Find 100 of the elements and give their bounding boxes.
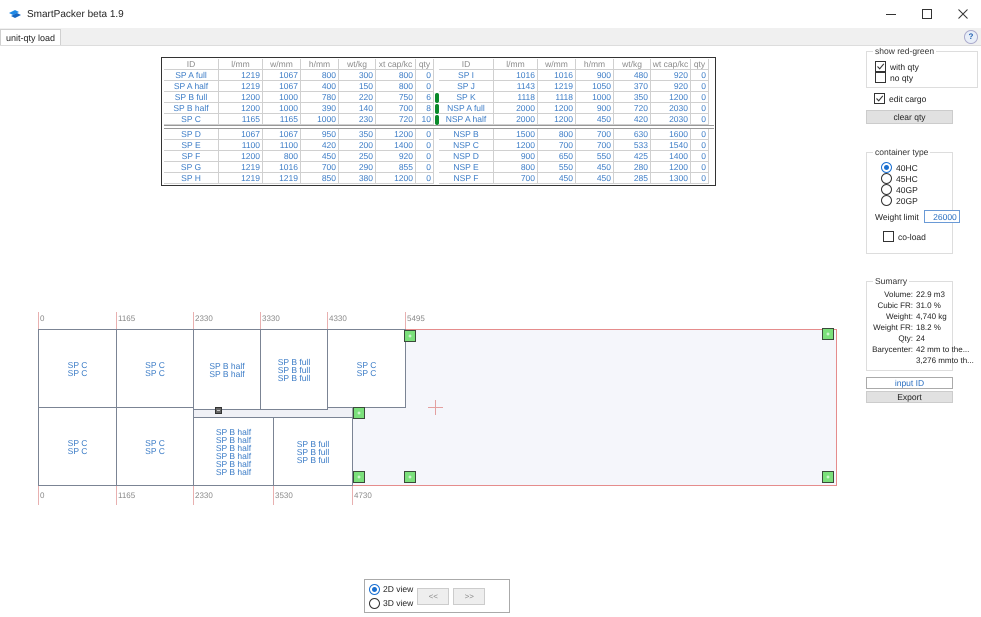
table-cell[interactable]: SP G	[164, 162, 219, 173]
radio-button[interactable]	[369, 598, 380, 608]
add-handle-icon[interactable]	[822, 471, 834, 483]
nav-button[interactable]: <<	[417, 588, 450, 604]
table-cell[interactable]: SP A full	[164, 70, 219, 81]
cargo-box[interactable]: SP C SP C	[38, 407, 117, 486]
summary-value: 4,740 kg	[916, 311, 948, 322]
table-cell[interactable]: SP B full	[164, 92, 219, 103]
cargo-box[interactable]: SP C SP C	[327, 329, 406, 408]
table-cell: 800	[263, 151, 301, 162]
table-cell: 550	[538, 162, 576, 173]
table-cell: 1165	[219, 114, 263, 125]
table-cell: 1050	[576, 81, 614, 92]
table-cell: 0	[416, 140, 434, 151]
table-cell[interactable]: NSP D	[439, 151, 494, 162]
maximize-icon[interactable]	[922, 9, 932, 19]
cargo-box[interactable]: SP C SP C	[38, 329, 117, 408]
table-cell[interactable]: SP E	[164, 140, 219, 151]
table-cell: 700	[538, 140, 576, 151]
table-cell[interactable]: SP H	[164, 173, 219, 184]
table-cell[interactable]: NSP F	[439, 173, 494, 184]
table-cell: 350	[339, 129, 376, 140]
table-cell[interactable]: SP B half	[164, 103, 219, 114]
add-handle-icon[interactable]	[353, 407, 365, 419]
table-cell: 1100	[263, 140, 301, 151]
ruler-label: 5495	[406, 314, 425, 323]
table-cell: 290	[339, 162, 376, 173]
radio-button[interactable]	[881, 173, 892, 184]
table-cell: 850	[301, 173, 339, 184]
checkbox[interactable]	[875, 61, 886, 72]
nav-button[interactable]: >>	[453, 588, 486, 604]
table-cell: 1200	[538, 103, 576, 114]
option-label: 40GP	[896, 184, 918, 194]
table-cell[interactable]: SP C	[164, 114, 219, 125]
option-label: 2D view	[383, 584, 414, 594]
table-cell[interactable]: SP D	[164, 129, 219, 140]
table-cell: 1219	[219, 70, 263, 81]
option-label: no qty	[890, 72, 914, 82]
table-cell[interactable]: SP J	[439, 81, 494, 92]
add-handle-icon[interactable]	[404, 330, 416, 342]
table-cell: 1067	[219, 129, 263, 140]
checkbox[interactable]	[883, 231, 894, 242]
column-header: ID	[439, 59, 494, 70]
ruler-label: 3530	[274, 491, 293, 500]
cargo-box[interactable]: SP B half SP B half	[193, 329, 261, 410]
option-label: 20GP	[896, 196, 918, 206]
close-icon[interactable]	[958, 9, 968, 19]
table-cell[interactable]: NSP A full	[439, 103, 494, 114]
table-cell: 400	[301, 81, 339, 92]
tab[interactable]: unit-qty load	[0, 29, 62, 45]
add-handle-icon[interactable]	[404, 471, 416, 483]
add-handle-icon[interactable]	[353, 471, 365, 483]
table-cell: 420	[614, 114, 651, 125]
weight-limit-field[interactable]: 26000	[924, 210, 960, 223]
input-id-field[interactable]: input ID	[866, 377, 953, 389]
cargo-box[interactable]: SP B half SP B half SP B half SP B half SP B half SP B half	[193, 417, 274, 486]
radio-button[interactable]	[369, 584, 380, 594]
cargo-box[interactable]: SP C SP C	[116, 407, 194, 486]
cargo-box[interactable]: SP C SP C	[116, 329, 194, 408]
table-cell[interactable]: NSP C	[439, 140, 494, 151]
table-cell: 1219	[219, 162, 263, 173]
table-cell: 720	[376, 114, 416, 125]
ruler-label: 4730	[353, 491, 372, 500]
checkbox[interactable]	[874, 93, 885, 104]
table-cell[interactable]: NSP B	[439, 129, 494, 140]
help-button[interactable]: ?	[964, 30, 978, 44]
add-handle-icon[interactable]	[822, 328, 834, 340]
table-cell: 1067	[263, 70, 301, 81]
cargo-label: SP B full SP B full SP B full	[278, 358, 310, 382]
export-button[interactable]: Export	[866, 391, 953, 403]
table-cell: 2030	[651, 103, 691, 114]
cargo-box[interactable]: SP B full SP B full SP B full	[260, 329, 328, 410]
option-label: 40HC	[896, 162, 918, 172]
radio-button[interactable]	[881, 162, 892, 173]
summary-label: Weight:	[885, 311, 913, 322]
summary-value: 42 mm to the...	[916, 344, 970, 355]
table-cell[interactable]: NSP E	[439, 162, 494, 173]
clear-button[interactable]: clear qty	[866, 110, 953, 124]
table-cell[interactable]: SP I	[439, 70, 494, 81]
window-title: SmartPacker beta 1.9	[27, 8, 124, 20]
radio-button[interactable]	[881, 184, 892, 195]
table-cell: 630	[614, 129, 651, 140]
table-cell[interactable]: SP K	[439, 92, 494, 103]
checkbox[interactable]	[875, 72, 886, 83]
cargo-label: SP B full SP B full SP B full	[296, 440, 330, 464]
cargo-label: SP B half SP B half	[209, 362, 245, 378]
column-header: h/mm	[301, 59, 339, 70]
table-cell: 920	[651, 81, 691, 92]
table-cell: 0	[416, 81, 434, 92]
table-cell[interactable]: SP F	[164, 151, 219, 162]
table-cell: 920	[376, 151, 416, 162]
table-cell: 300	[339, 70, 376, 81]
table-cell[interactable]: NSP A half	[439, 114, 494, 125]
table-cell: 1118	[538, 92, 576, 103]
table-cell: 1067	[263, 129, 301, 140]
cargo-box[interactable]: SP B full SP B full SP B full	[273, 417, 353, 486]
table-cell: 1016	[263, 162, 301, 173]
table-cell[interactable]: SP A half	[164, 81, 219, 92]
radio-button[interactable]	[881, 195, 892, 206]
table-cell: 0	[416, 162, 434, 173]
